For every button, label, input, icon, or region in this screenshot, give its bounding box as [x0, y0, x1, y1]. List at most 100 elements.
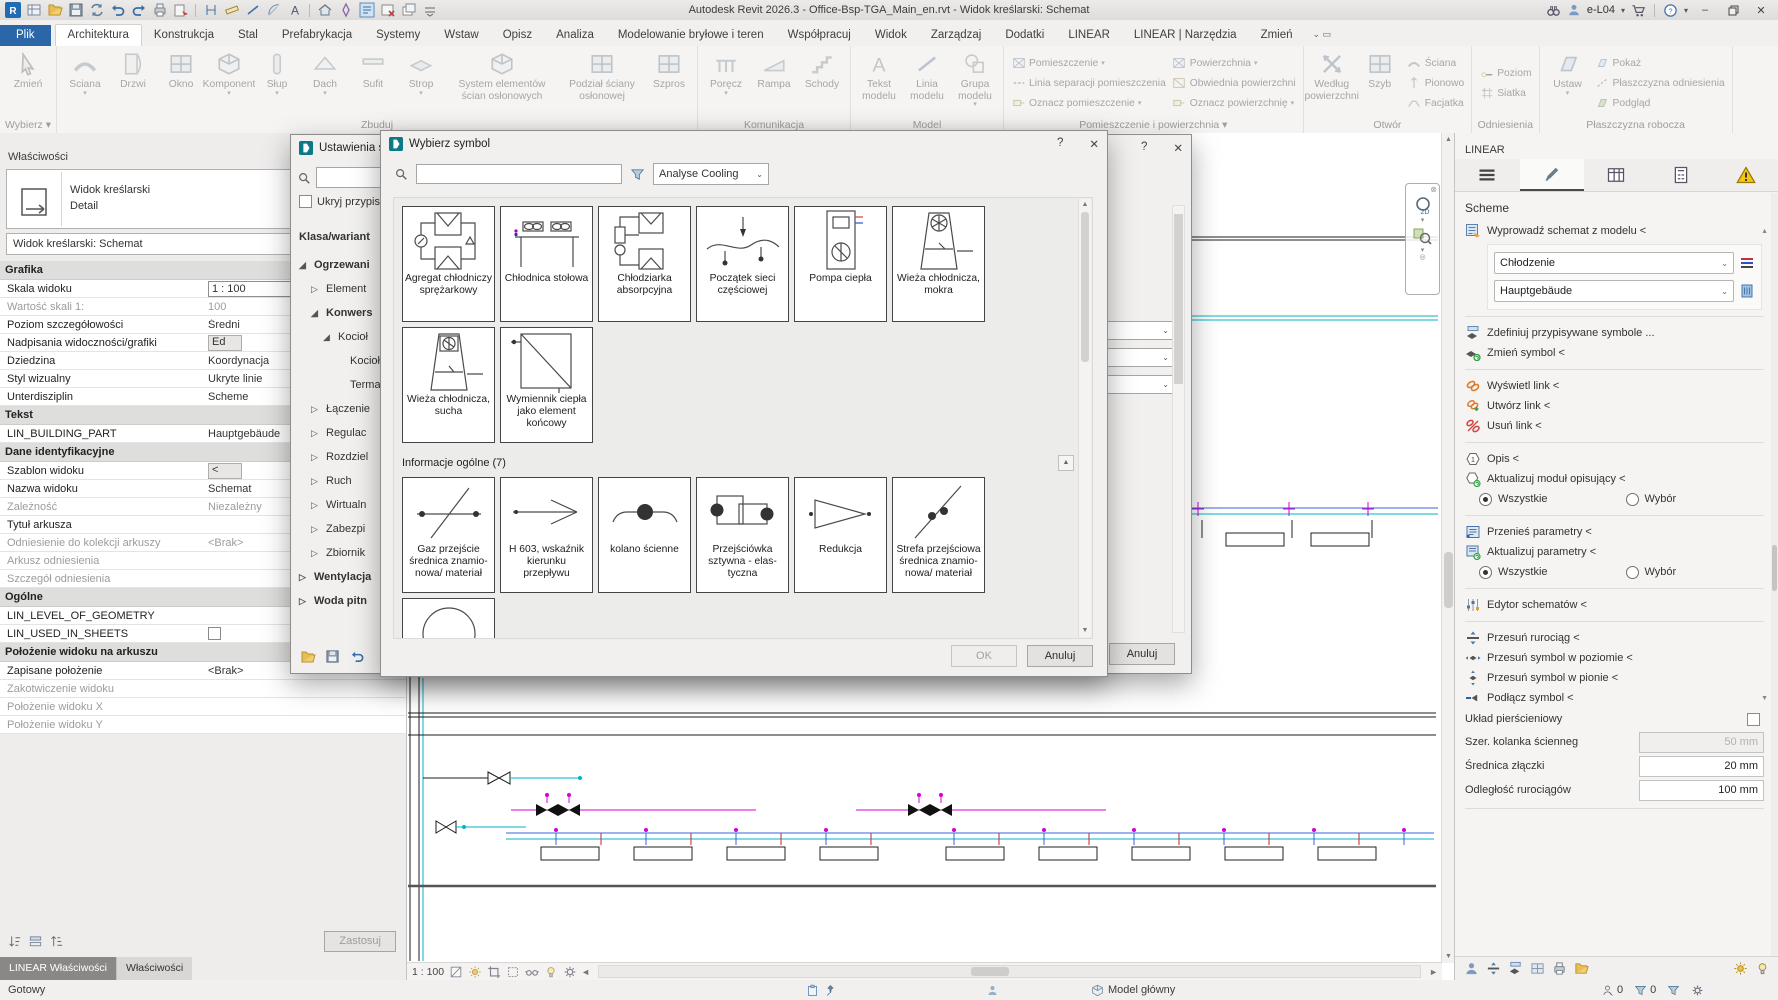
navbar-close-icon[interactable]: ⊗ — [1430, 185, 1437, 194]
ok-button[interactable]: OK — [951, 645, 1017, 667]
ribbon-button-obwiednia-powierzchni[interactable]: Obwiednia powierzchni — [1172, 74, 1296, 93]
linear-action-opis[interactable]: 1Opis < — [1465, 449, 1768, 469]
open-folder-icon[interactable] — [299, 648, 316, 665]
show-crop-icon[interactable] — [505, 964, 520, 979]
visual-style-icon[interactable] — [448, 964, 463, 979]
print-icon[interactable] — [1551, 961, 1567, 977]
temporary-hide-icon[interactable] — [524, 964, 539, 979]
radio-wszystkie[interactable] — [1479, 566, 1492, 579]
restore-button[interactable] — [1722, 2, 1744, 18]
ribbon-button-komponent[interactable]: Komponent▾ — [206, 48, 252, 118]
settings-scroll-thumb[interactable] — [1174, 214, 1183, 384]
ribbon-button-zmień[interactable]: Zmień — [5, 48, 51, 118]
property-value-button[interactable]: Ed — [208, 335, 242, 351]
ribbon-tab-modelowanie-bry-owe-i-teren[interactable]: Modelowanie bryłowe i teren — [606, 25, 776, 46]
ribbon-tab-prefabrykacja[interactable]: Prefabrykacja — [270, 25, 364, 46]
symbol-tile-absorption-chiller[interactable]: Chłodziarka absorpcyjna — [598, 206, 691, 322]
property-value-button[interactable]: < — [208, 463, 242, 479]
symbol-tile-cooling-tower-dry[interactable]: Wieża chłodnicza, sucha — [402, 327, 495, 443]
open-folder-icon[interactable] — [1573, 961, 1589, 977]
property-row[interactable]: Zakotwiczenie widoku — [0, 680, 406, 698]
grid-scroll-up-icon[interactable]: ▲ — [1079, 199, 1091, 211]
user-icon[interactable] — [1463, 961, 1479, 977]
settings-close-icon[interactable]: ✕ — [1173, 141, 1183, 155]
ribbon-tab-zmie-[interactable]: Zmień — [1249, 25, 1305, 46]
tree-collapsed-icon[interactable]: ▷ — [311, 548, 321, 559]
store-cart-icon[interactable] — [1631, 3, 1646, 18]
revit-logo-icon[interactable]: R — [4, 2, 21, 19]
panel-scroll-down-icon[interactable]: ▼ — [1761, 695, 1768, 702]
linear-action-zmień-symbol[interactable]: Zmień symbol < — [1465, 343, 1768, 363]
analysis-filter-dropdown[interactable]: Analyse Cooling ⌄ — [653, 163, 769, 185]
ribbon-button-ściana[interactable]: Ściana▾ — [62, 48, 108, 118]
ribbon-button-schody[interactable]: Schody — [799, 48, 845, 118]
view-scale[interactable]: 1 : 100 — [412, 966, 444, 978]
linear-action-usuń-link[interactable]: Usuń link < — [1465, 416, 1768, 436]
property-row[interactable]: Położenie widoku Y — [0, 716, 406, 734]
design-option-control[interactable]: Model główny — [1090, 983, 1175, 997]
tree-collapsed-icon[interactable]: ▷ — [311, 404, 321, 415]
file-tab[interactable]: Plik — [0, 25, 51, 46]
navbar-more-icon[interactable]: ◎ — [1419, 255, 1425, 261]
ribbon-button-sufit[interactable]: Sufit — [350, 48, 396, 118]
dim-modify-icon[interactable] — [202, 2, 219, 19]
ribbon-button-grupa-modelu[interactable]: Grupa modelu▾ — [952, 48, 998, 118]
ribbon-button-linia-separacji-pomieszczenia[interactable]: Linia separacji pomieszczenia — [1011, 74, 1166, 93]
mark-point-icon[interactable] — [337, 2, 354, 19]
print-icon[interactable] — [151, 2, 168, 19]
ribbon-button-siatka[interactable]: Siatka — [1479, 84, 1531, 103]
field-input[interactable]: 20 mm — [1639, 756, 1764, 777]
signed-in-user[interactable]: e-L04 — [1587, 4, 1615, 16]
cancel-button[interactable]: Anuluj — [1027, 645, 1093, 667]
tree-collapsed-icon[interactable]: ▷ — [299, 572, 309, 583]
linear-tab-table[interactable] — [1584, 159, 1649, 191]
tree-expanded-icon[interactable]: ◢ — [323, 332, 333, 343]
symbol-tile-heat-exchanger-terminal[interactable]: Wymiennik ciepła jako element końcowy — [500, 327, 593, 443]
measure-icon[interactable] — [223, 2, 240, 19]
linear-action-podłącz-symbol[interactable]: Podłącz symbol <▼ — [1465, 688, 1768, 708]
scroll-right-icon[interactable]: ► — [1429, 967, 1442, 977]
user-menu-chevron-icon[interactable]: ▾ — [1621, 6, 1625, 15]
symbol-tile-heat-pump[interactable]: Pompa ciepła — [794, 206, 887, 322]
ribbon-tab-architektura[interactable]: Architektura — [55, 24, 142, 46]
ribbon-button-drzwi[interactable]: Drzwi — [110, 48, 156, 118]
horizontal-scrollbar[interactable] — [598, 965, 1421, 978]
crop-view-icon[interactable] — [486, 964, 501, 979]
linear-action-przesuń-rurociąg[interactable]: Przesuń rurociąg < — [1465, 628, 1768, 648]
scheme-dropdown[interactable]: Chłodzenie⌄ — [1494, 252, 1734, 274]
property-checkbox[interactable] — [208, 627, 221, 640]
tree-collapsed-icon[interactable]: ▷ — [311, 284, 321, 295]
linear-action-wyświetl-link[interactable]: Wyświetl link < — [1465, 376, 1768, 396]
ribbon-button-pokaż[interactable]: Pokaż — [1595, 54, 1725, 73]
scheme-colors-icon[interactable] — [1739, 255, 1755, 271]
checkbox[interactable] — [1747, 713, 1760, 726]
ribbon-button-według-powierzchni[interactable]: Według powierzchni — [1309, 48, 1355, 118]
ribbon-display-toggle-icon[interactable]: ⌄ ▭ — [1313, 29, 1332, 46]
ribbon-button-poziom[interactable]: Poziom — [1479, 64, 1531, 83]
qat-customize-icon[interactable] — [421, 2, 438, 19]
zoom-tool-icon[interactable] — [1412, 225, 1434, 247]
vertical-scroll-thumb[interactable] — [1444, 552, 1453, 608]
ribbon-tab-widok[interactable]: Widok — [863, 25, 919, 46]
linear-action-utwórz-link[interactable]: Utwórz link < — [1465, 396, 1768, 416]
field-input[interactable]: 100 mm — [1639, 780, 1764, 801]
ribbon-tab-analiza[interactable]: Analiza — [544, 25, 606, 46]
horizontal-scroll-thumb[interactable] — [971, 967, 1009, 976]
ribbon-tab-dodatki[interactable]: Dodatki — [993, 25, 1056, 46]
linear-scroll-thumb[interactable] — [1772, 545, 1777, 591]
sheet-transfer-icon[interactable] — [172, 2, 189, 19]
navigation-bar[interactable]: ⊗ 2D ▾ ▾ ◎ — [1405, 183, 1440, 295]
tree-collapsed-icon[interactable]: ▷ — [311, 452, 321, 463]
shadows-icon[interactable] — [467, 964, 482, 979]
palette-tab-linear-properties[interactable]: LINEAR Właściwości — [0, 957, 116, 980]
scheme-dropdown[interactable]: Hauptgebäude⌄ — [1494, 280, 1734, 302]
close-inactive-icon[interactable] — [379, 2, 396, 19]
apply-button[interactable]: Zastosuj — [324, 931, 396, 952]
status-counter[interactable]: 0 — [1633, 983, 1656, 997]
ribbon-tab-wsp-pracuj[interactable]: Współpracuj — [776, 25, 863, 46]
ribbon-button-podział-ściany-osłonowej[interactable]: Podział ściany osłonowej — [560, 48, 644, 118]
linear-action-zdefiniuj-przypisywane-symbole[interactable]: Zdefiniuj przypisywane symbole ... — [1465, 323, 1768, 343]
ribbon-button-pionowo[interactable]: Pionowo — [1407, 74, 1465, 93]
scroll-left-icon[interactable]: ◄ — [581, 967, 590, 977]
linear-tab-warning[interactable] — [1713, 159, 1778, 191]
